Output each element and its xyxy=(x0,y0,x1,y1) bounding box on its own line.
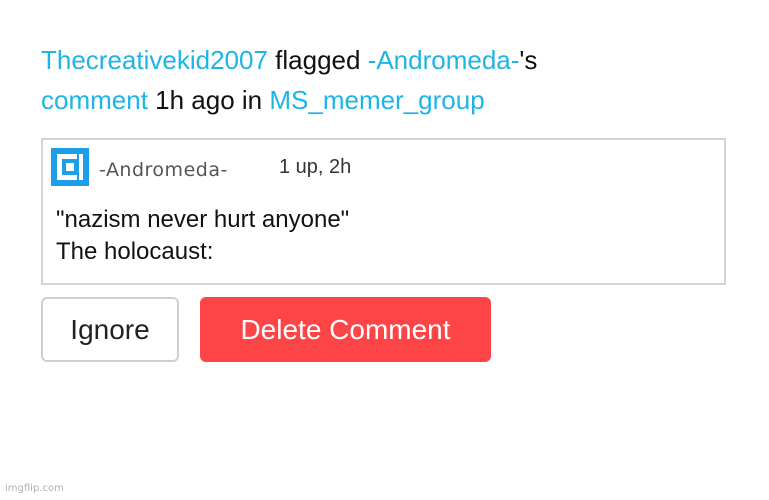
comment-link[interactable]: comment xyxy=(41,85,148,115)
comment-meta: 1 up, 2h xyxy=(279,156,352,178)
time-in-text: 1h ago in xyxy=(147,85,270,115)
comment-username[interactable]: -Andromeda- xyxy=(99,159,228,181)
group-link[interactable]: MS_memer_group xyxy=(269,85,484,115)
flagged-text: flagged xyxy=(267,45,368,75)
target-user-link[interactable]: -Andromeda- xyxy=(368,45,520,75)
comment-line: The holocaust: xyxy=(56,238,214,265)
comment-line: "nazism never hurt anyone" xyxy=(56,206,350,233)
comment-card: -Andromeda- 1 up, 2h "nazism never hurt … xyxy=(41,138,726,285)
imgflip-watermark: imgflip.com xyxy=(5,483,64,494)
possessive-text: 's xyxy=(519,45,538,75)
imgflip-logo-icon[interactable] xyxy=(51,148,89,186)
ignore-button[interactable]: Ignore xyxy=(41,297,179,362)
flagger-link[interactable]: Thecreativekid2007 xyxy=(41,45,268,75)
flag-notification: Thecreativekid2007 flagged -Andromeda-'s… xyxy=(41,40,731,120)
delete-comment-button[interactable]: Delete Comment xyxy=(200,297,491,362)
comment-text: "nazism never hurt anyone" The holocaust… xyxy=(56,204,349,268)
